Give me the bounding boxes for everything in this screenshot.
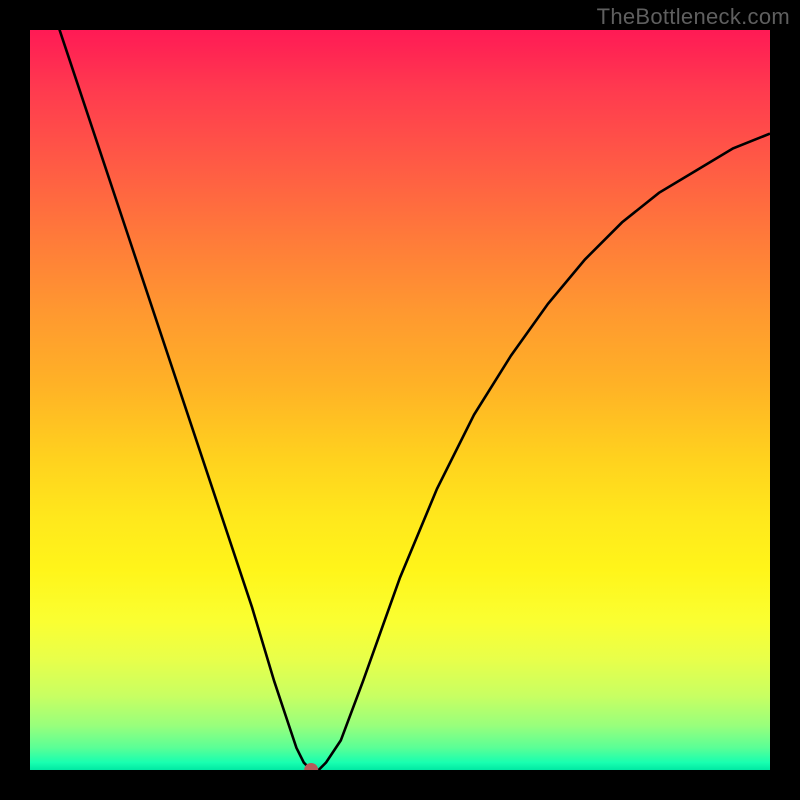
bottleneck-curve xyxy=(30,30,770,770)
watermark-text: TheBottleneck.com xyxy=(597,4,790,30)
curve-layer xyxy=(30,30,770,770)
plot-area xyxy=(30,30,770,770)
chart-frame: TheBottleneck.com xyxy=(0,0,800,800)
